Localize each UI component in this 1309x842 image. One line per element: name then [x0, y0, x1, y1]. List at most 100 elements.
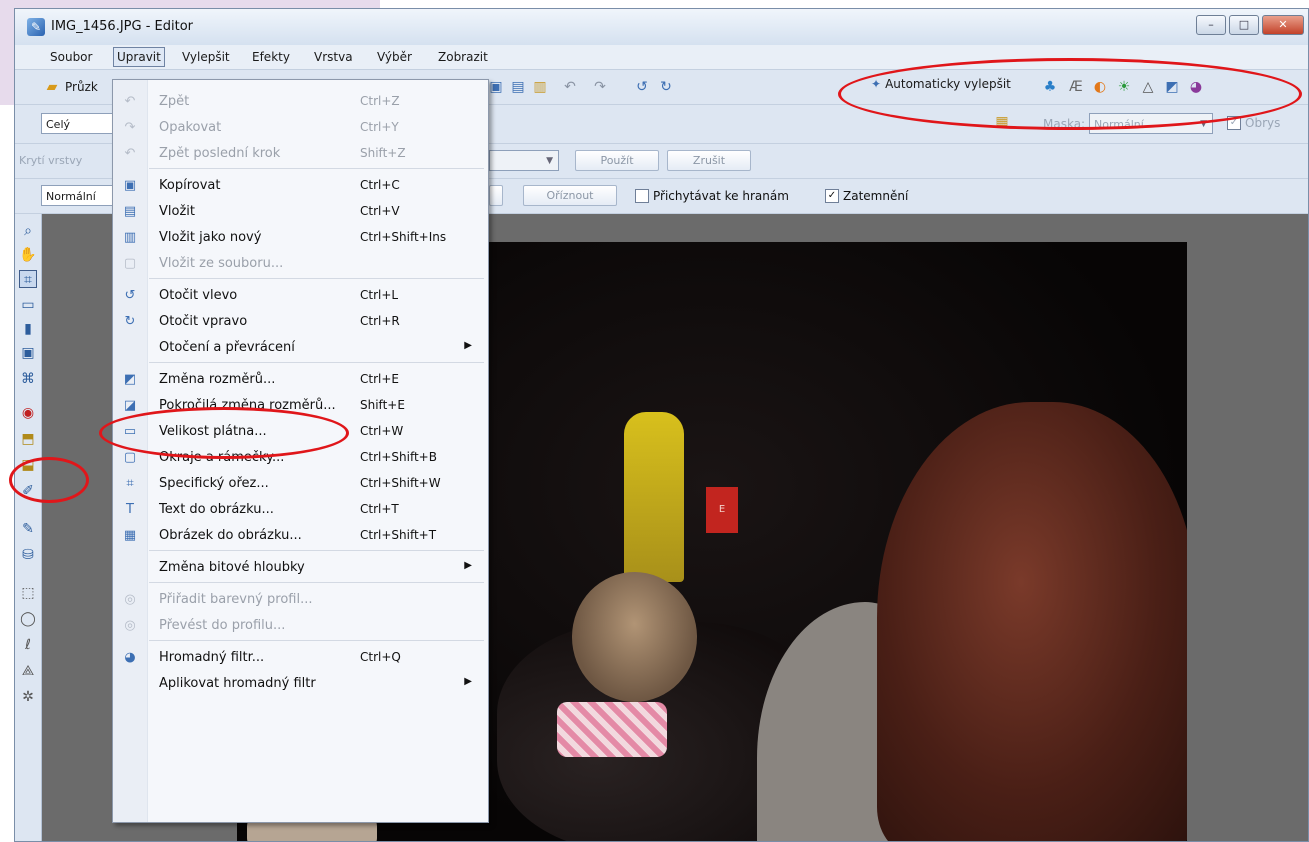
sharpen-icon[interactable]: △	[1139, 78, 1157, 96]
brush-tool-icon[interactable]: ✎	[19, 520, 37, 538]
apply-button[interactable]: Použít	[575, 150, 659, 171]
menu-item-shortcut: Shift+Z	[360, 146, 406, 160]
zoom-tool-icon[interactable]: ⌕	[19, 222, 37, 240]
menu-item-shortcut: Ctrl+L	[360, 288, 399, 302]
undo-last-icon: ↶	[124, 146, 136, 161]
menu-item[interactable]: ↶ Zpět poslední krok Shift+Z	[113, 141, 488, 167]
menu-item[interactable]: T Text do obrázku... Ctrl+T	[113, 497, 488, 523]
menu-vylepsit[interactable]: Vylepšit	[179, 48, 233, 66]
menu-item[interactable]: ◎ Převést do profilu...	[113, 613, 488, 639]
filter-toolbar-icon[interactable]: ◕	[1187, 78, 1205, 96]
brightness-icon[interactable]: ☀	[1115, 78, 1133, 96]
menu-zobrazit[interactable]: Zobrazit	[435, 48, 491, 66]
clone-tool-icon[interactable]: ⬒	[19, 430, 37, 448]
redo-icon: ↷	[124, 120, 136, 135]
retouch-tool-icon[interactable]: ✐	[19, 482, 37, 500]
menu-item[interactable]: ▣ Kopírovat Ctrl+C	[113, 173, 488, 199]
menu-item[interactable]: ⌗ Specifický ořez... Ctrl+Shift+W	[113, 471, 488, 497]
perspective-tool-icon[interactable]: ▮	[19, 320, 37, 338]
menu-efekty[interactable]: Efekty	[249, 48, 293, 66]
redo-toolbar-icon[interactable]: ↷	[591, 78, 609, 96]
menu-item[interactable]: Aplikovat hromadný filtr ▶	[113, 671, 488, 697]
auto-enhance-label: Automaticky vylepšit	[885, 77, 1011, 91]
close-button[interactable]: ✕	[1262, 15, 1304, 35]
snap-to-edges-checkbox[interactable]: Přichytávat ke hranám	[635, 189, 789, 203]
color-balance-icon[interactable]: ◐	[1091, 78, 1109, 96]
menu-item-label: Hromadný filtr...	[159, 650, 265, 665]
menu-vyber[interactable]: Výběr	[374, 48, 415, 66]
rotate-right-toolbar-icon[interactable]: ↻	[657, 78, 675, 96]
folder-icon[interactable]: ▰	[43, 78, 61, 96]
menu-item[interactable]: ▭ Velikost plátna... Ctrl+W	[113, 419, 488, 445]
menu-item[interactable]: Otočení a převrácení ▶	[113, 335, 488, 361]
polygon-select-icon[interactable]: ⟁	[19, 662, 37, 680]
menu-item[interactable]: ↷ Opakovat Ctrl+Y	[113, 115, 488, 141]
minimize-button[interactable]: –	[1196, 15, 1226, 35]
paste-file-icon: ▢	[123, 256, 137, 271]
crop-icon: ⌗	[126, 476, 134, 491]
menu-item-label: Otočení a převrácení	[159, 340, 295, 355]
submenu-arrow-icon: ▶	[464, 340, 472, 351]
menu-vrstva[interactable]: Vrstva	[311, 48, 356, 66]
paste-toolbar-icon[interactable]: ▤	[509, 78, 527, 96]
menu-item[interactable]: ◩ Změna rozměrů... Ctrl+E	[113, 367, 488, 393]
scope-select[interactable]: Celý	[41, 113, 113, 134]
hand-tool-icon[interactable]: ✋	[19, 246, 37, 264]
distort-tool-icon[interactable]: ⌘	[19, 370, 37, 388]
undo-toolbar-icon[interactable]: ↶	[561, 78, 579, 96]
menu-item[interactable]: ◎ Přiřadit barevný profil...	[113, 587, 488, 613]
cancel-button[interactable]: Zrušit	[667, 150, 751, 171]
mask-label: Maska:	[1043, 117, 1086, 131]
menu-separator	[149, 362, 484, 363]
menu-item[interactable]: ▦ Obrázek do obrázku... Ctrl+Shift+T	[113, 523, 488, 549]
crop-button[interactable]: Oříznout	[523, 185, 617, 206]
copy-toolbar-icon[interactable]: ▣	[487, 78, 505, 96]
blend-select[interactable]: Normální	[41, 185, 113, 206]
crop-spin-button[interactable]	[489, 185, 503, 206]
paste-new-toolbar-icon[interactable]: ▥	[531, 78, 549, 96]
healing-tool-icon[interactable]: ⬓	[19, 456, 37, 474]
color-fix-icon[interactable]: ♣	[1041, 78, 1059, 96]
darken-checkbox[interactable]: ✓ Zatemnění	[825, 189, 908, 203]
submenu-arrow-icon: ▶	[464, 676, 472, 687]
menu-item[interactable]: ↶ Zpět Ctrl+Z	[113, 89, 488, 115]
canvas-tool-icon[interactable]: ▣	[19, 344, 37, 362]
maximize-button[interactable]: □	[1229, 15, 1259, 35]
image-in-image-icon: ▦	[123, 528, 137, 543]
rotate-left-toolbar-icon[interactable]: ↺	[633, 78, 651, 96]
menu-separator	[149, 550, 484, 551]
copy-icon: ▣	[123, 178, 137, 193]
crop-tool-icon[interactable]: ⌗	[19, 270, 37, 288]
fill-tool-icon[interactable]: ⛁	[19, 546, 37, 564]
menu-item[interactable]: ↻ Otočit vpravo Ctrl+R	[113, 309, 488, 335]
menu-item[interactable]: ▥ Vložit jako nový Ctrl+Shift+Ins	[113, 225, 488, 251]
mask-select[interactable]: Normální ▼	[1089, 113, 1213, 134]
outline-checkbox[interactable]: ✓ Obrys	[1227, 116, 1280, 130]
auto-enhance-button[interactable]: ✦ Automaticky vylepšit	[871, 77, 1011, 91]
menu-item-shortcut: Ctrl+Shift+B	[360, 450, 437, 464]
ellipse-select-icon[interactable]: ◯	[19, 610, 37, 628]
levels-icon[interactable]: Æ	[1067, 78, 1085, 96]
menu-item-shortcut: Ctrl+Q	[360, 650, 401, 664]
lasso-select-icon[interactable]: ℓ	[19, 636, 37, 654]
menu-item[interactable]: ▢ Okraje a rámečky... Ctrl+Shift+B	[113, 445, 488, 471]
browse-label[interactable]: Průzk	[65, 80, 98, 94]
magic-wand-icon[interactable]: ✲	[19, 688, 37, 706]
resize-toolbar-icon[interactable]: ◩	[1163, 78, 1181, 96]
menu-item-shortcut: Ctrl+C	[360, 178, 400, 192]
menu-upravit[interactable]: Upravit	[113, 47, 165, 67]
menu-item[interactable]: ↺ Otočit vlevo Ctrl+L	[113, 283, 488, 309]
red-eye-tool-icon[interactable]: ◉	[19, 404, 37, 422]
menu-item[interactable]: Změna bitové hloubky ▶	[113, 555, 488, 581]
menu-item[interactable]: ◕ Hromadný filtr... Ctrl+Q	[113, 645, 488, 671]
window-title: IMG_1456.JPG - Editor	[51, 19, 194, 34]
rect-select-icon[interactable]: ⬚	[19, 584, 37, 602]
menu-item-label: Zpět	[159, 94, 190, 109]
app-icon: ✎	[27, 18, 45, 36]
menu-item[interactable]: ▤ Vložit Ctrl+V	[113, 199, 488, 225]
menu-item[interactable]: ◪ Pokročilá změna rozměrů... Shift+E	[113, 393, 488, 419]
menu-item[interactable]: ▢ Vložit ze souboru...	[113, 251, 488, 277]
opacity-select[interactable]: ▼	[489, 150, 559, 171]
straighten-tool-icon[interactable]: ▭	[19, 296, 37, 314]
menu-soubor[interactable]: Soubor	[47, 48, 95, 66]
